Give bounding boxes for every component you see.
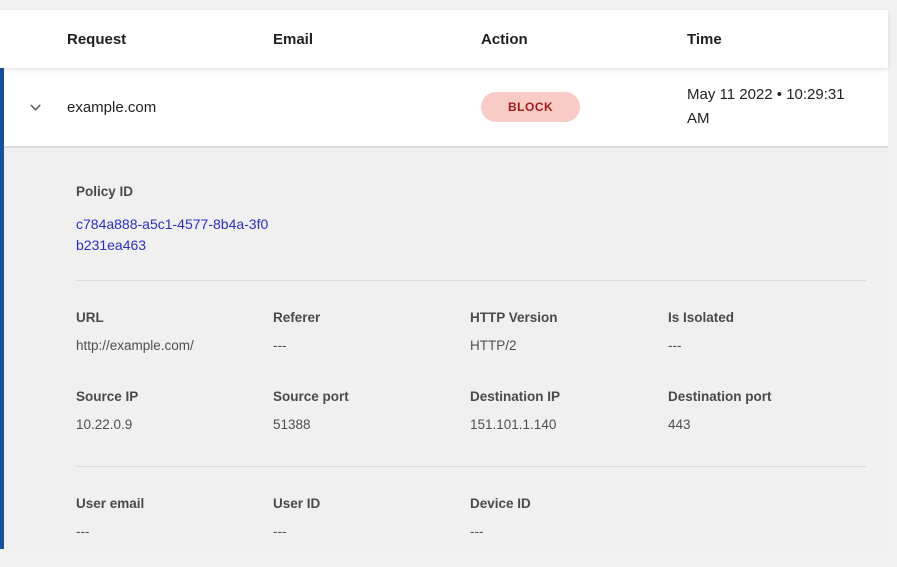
field-device-id-label: Device ID xyxy=(470,496,668,511)
field-empty xyxy=(668,496,866,539)
field-source-ip-label: Source IP xyxy=(76,389,273,404)
field-referer-label: Referer xyxy=(273,310,470,325)
column-header-request: Request xyxy=(67,31,273,48)
field-destination-port-value: 443 xyxy=(668,417,866,432)
row-expand-toggle[interactable] xyxy=(4,99,67,116)
chevron-down-icon xyxy=(27,99,44,116)
expanded-row-container: example.com BLOCK May 11 2022 • 10:29:31… xyxy=(0,68,888,549)
field-user-email-value: --- xyxy=(76,524,273,539)
field-user-email: User email --- xyxy=(76,496,273,539)
field-is-isolated: Is Isolated --- xyxy=(668,310,866,353)
field-is-isolated-value: --- xyxy=(668,338,866,353)
field-source-port-label: Source port xyxy=(273,389,470,404)
column-header-time: Time xyxy=(687,31,888,48)
column-header-email: Email xyxy=(273,31,481,48)
section-divider xyxy=(76,466,866,467)
policy-id-field: Policy ID c784a888-a5c1-4577-8b4a-3f0b23… xyxy=(76,184,866,256)
field-url-label: URL xyxy=(76,310,273,325)
row-action-cell: BLOCK xyxy=(481,92,687,122)
field-device-id-value: --- xyxy=(470,524,668,539)
row-time-value: May 11 2022 • 10:29:31 AM xyxy=(687,69,865,145)
field-http-version: HTTP Version HTTP/2 xyxy=(470,310,668,353)
field-destination-ip-value: 151.101.1.140 xyxy=(470,417,668,432)
field-http-version-label: HTTP Version xyxy=(470,310,668,325)
field-destination-ip: Destination IP 151.101.1.140 xyxy=(470,389,668,432)
field-source-port-value: 51388 xyxy=(273,417,470,432)
field-destination-ip-label: Destination IP xyxy=(470,389,668,404)
field-user-email-label: User email xyxy=(76,496,273,511)
field-source-ip: Source IP 10.22.0.9 xyxy=(76,389,273,432)
section-divider xyxy=(76,280,866,281)
detail-row-user: User email --- User ID --- Device ID --- xyxy=(76,496,866,539)
policy-id-label: Policy ID xyxy=(76,184,866,199)
field-referer: Referer --- xyxy=(273,310,470,353)
status-badge-block: BLOCK xyxy=(481,92,580,122)
row-detail-panel: Policy ID c784a888-a5c1-4577-8b4a-3f0b23… xyxy=(4,148,888,549)
field-user-id-value: --- xyxy=(273,524,470,539)
field-is-isolated-label: Is Isolated xyxy=(668,310,866,325)
field-http-version-value: HTTP/2 xyxy=(470,338,668,353)
field-device-id: Device ID --- xyxy=(470,496,668,539)
field-user-id: User ID --- xyxy=(273,496,470,539)
log-table-card: Request Email Action Time example.com BL… xyxy=(0,10,888,549)
field-source-port: Source port 51388 xyxy=(273,389,470,432)
detail-row-http: URL http://example.com/ Referer --- HTTP… xyxy=(76,310,866,353)
field-destination-port-label: Destination port xyxy=(668,389,866,404)
detail-row-network: Source IP 10.22.0.9 Source port 51388 De… xyxy=(76,389,866,466)
row-request-value: example.com xyxy=(67,99,273,116)
policy-id-link[interactable]: c784a888-a5c1-4577-8b4a-3f0b231ea463 xyxy=(76,214,276,256)
table-row[interactable]: example.com BLOCK May 11 2022 • 10:29:31… xyxy=(4,68,888,148)
field-url-value: http://example.com/ xyxy=(76,338,273,353)
field-url: URL http://example.com/ xyxy=(76,310,273,353)
field-referer-value: --- xyxy=(273,338,470,353)
field-user-id-label: User ID xyxy=(273,496,470,511)
field-destination-port: Destination port 443 xyxy=(668,389,866,432)
column-header-action: Action xyxy=(481,31,687,48)
table-header: Request Email Action Time xyxy=(0,10,888,68)
field-source-ip-value: 10.22.0.9 xyxy=(76,417,273,432)
